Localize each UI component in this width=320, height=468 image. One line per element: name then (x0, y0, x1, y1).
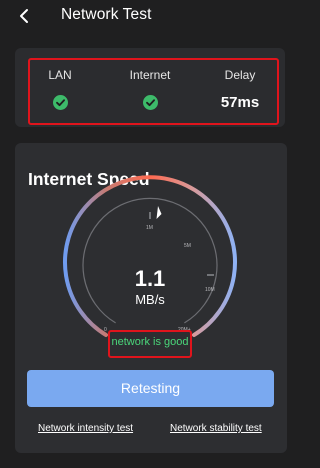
metric-lan: LAN (15, 68, 105, 110)
delay-value: 57ms (220, 94, 260, 111)
metric-delay-label: Delay (224, 68, 256, 82)
app-header: Network Test (0, 0, 300, 32)
network-stability-test-link[interactable]: Network stability test (170, 423, 262, 434)
page-title: Network Test (61, 6, 152, 23)
speed-unit: MB/s (135, 292, 165, 307)
metric-lan-label: LAN (48, 68, 72, 82)
network-status-text: network is good (111, 336, 189, 348)
metric-delay: Delay 57ms (195, 68, 285, 111)
check-icon (105, 95, 195, 110)
back-arrow-icon[interactable] (17, 7, 33, 25)
retest-button[interactable]: Retesting (27, 370, 274, 407)
metric-internet: Internet (105, 68, 195, 110)
speed-value: 1.1 (134, 266, 166, 291)
check-icon (15, 95, 105, 110)
network-intensity-test-link[interactable]: Network intensity test (38, 423, 133, 434)
speed-card-title: Internet Speed (28, 169, 150, 189)
metric-internet-label: Internet (129, 68, 171, 82)
